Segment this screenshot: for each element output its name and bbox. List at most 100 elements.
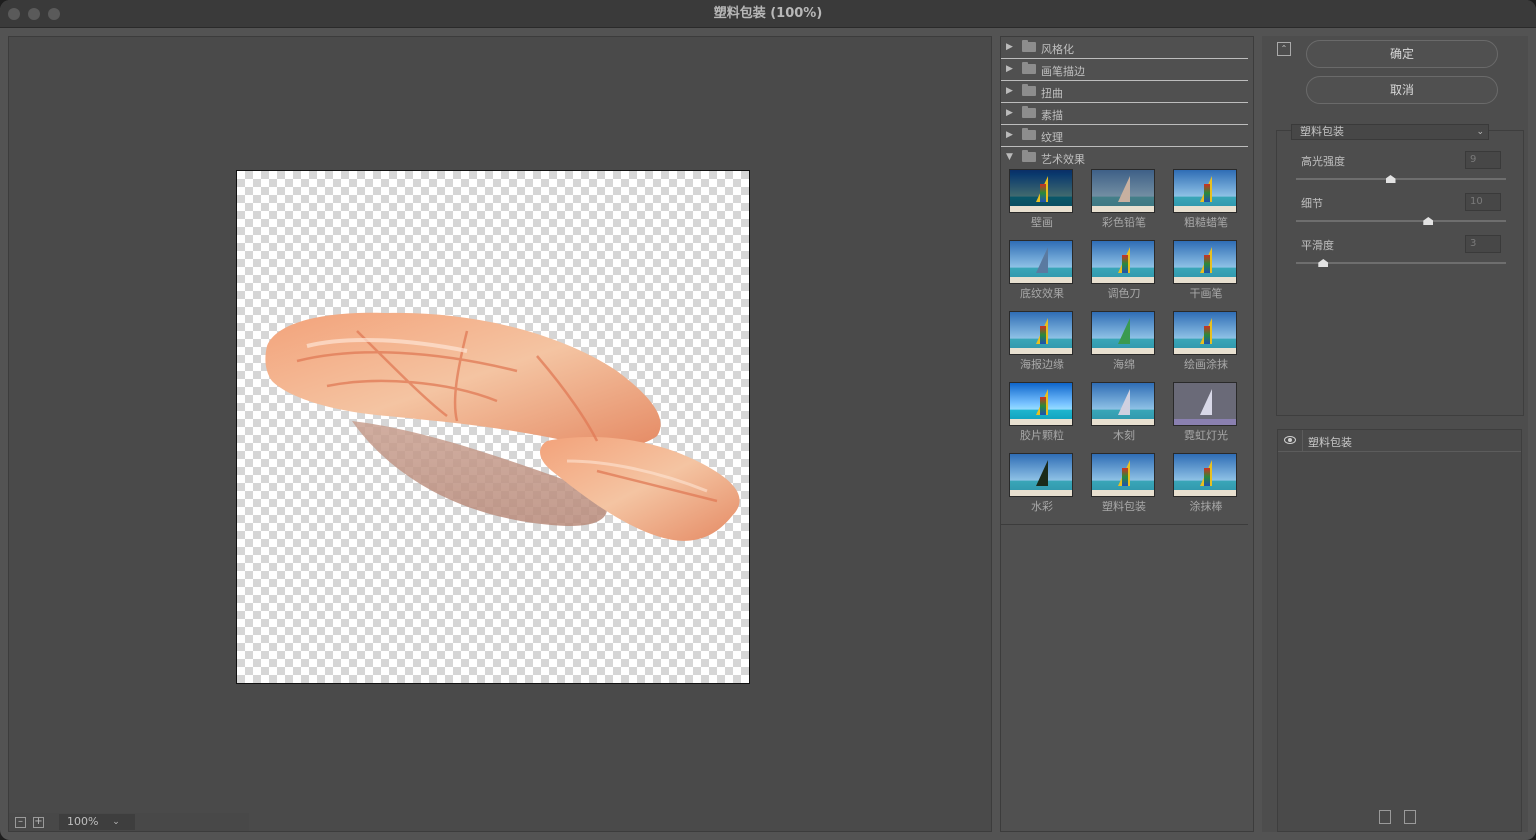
thumbnail-image	[1091, 240, 1155, 284]
filter-label: 底纹效果	[1020, 287, 1064, 300]
category-sketch[interactable]: ▶ 素描	[1001, 103, 1248, 125]
new-effect-layer-icon[interactable]	[1379, 810, 1391, 824]
thumbnail-image	[1009, 311, 1073, 355]
folder-icon	[1022, 128, 1036, 140]
filter-settings: 塑料包装 ⌄ 高光强度 9 细节 10 平滑度 3	[1276, 124, 1524, 416]
filter-label: 壁画	[1031, 216, 1053, 229]
thumbnail-image	[1091, 169, 1155, 213]
filter-thumbnails: 壁画 彩色铅笔 粗糙蜡笔 底纹效果 调色刀 干画笔 海报边缘 海绵 绘画涂抹 胶…	[1001, 167, 1248, 525]
category-artistic[interactable]: ▼ 艺术效果	[1001, 147, 1248, 169]
folder-icon	[1022, 62, 1036, 74]
chevron-down-icon[interactable]: ⌄	[109, 817, 123, 827]
highlight-strength-label: 高光强度	[1301, 155, 1345, 168]
filter-film-grain[interactable]: 胶片颗粒	[1009, 382, 1075, 444]
zoom-bar: – + 100% ⌄	[9, 813, 249, 831]
filter-label: 彩色铅笔	[1102, 216, 1146, 229]
thumbnail-image	[1091, 382, 1155, 426]
filter-rough-pastels[interactable]: 粗糙蜡笔	[1173, 169, 1239, 231]
delete-effect-layer-icon[interactable]	[1404, 810, 1416, 824]
folder-open-icon	[1022, 150, 1036, 162]
effect-layer-name: 塑料包装	[1308, 436, 1352, 449]
smoothness-handle[interactable]	[1318, 259, 1329, 267]
preview-canvas[interactable]	[236, 170, 750, 684]
filter-label: 胶片颗粒	[1020, 429, 1064, 442]
expand-arrow-icon: ▶	[1006, 42, 1013, 52]
detail-slider[interactable]	[1296, 220, 1506, 222]
thumbnail-image	[1173, 240, 1237, 284]
eye-icon[interactable]	[1284, 436, 1296, 444]
filter-paint-daubs[interactable]: 绘画涂抹	[1173, 311, 1239, 373]
category-label: 纹理	[1041, 131, 1063, 144]
filter-label: 木刻	[1113, 429, 1135, 442]
window-title: 塑料包装 (100%)	[713, 6, 823, 21]
highlight-strength-field[interactable]: 9	[1465, 151, 1501, 169]
filter-select[interactable]: 塑料包装 ⌄	[1291, 124, 1489, 140]
filter-label: 塑料包装	[1102, 500, 1146, 513]
highlight-strength-handle[interactable]	[1385, 175, 1396, 183]
collapse-gallery-icon[interactable]: ⌃	[1277, 42, 1291, 56]
category-label: 素描	[1041, 109, 1063, 122]
chevron-down-icon: ⌄	[1476, 127, 1484, 137]
filter-palette-knife[interactable]: 调色刀	[1091, 240, 1157, 302]
settings-panel: ⌃ 确定 取消 塑料包装 ⌄ 高光强度 9 细节 10 平滑度 3 塑料包装	[1262, 36, 1528, 832]
filter-poster-edges[interactable]: 海报边缘	[1009, 311, 1075, 373]
thumbnail-image	[1009, 453, 1073, 497]
filter-colored-pencil[interactable]: 彩色铅笔	[1091, 169, 1157, 231]
thumbnail-image	[1091, 311, 1155, 355]
category-brush-strokes[interactable]: ▶ 画笔描边	[1001, 59, 1248, 81]
category-distort[interactable]: ▶ 扭曲	[1001, 81, 1248, 103]
thumbnail-image	[1091, 453, 1155, 497]
preview-area[interactable]: – + 100% ⌄	[8, 36, 992, 832]
detail-handle[interactable]	[1423, 217, 1434, 225]
thumbnail-image	[1009, 382, 1073, 426]
zoom-in-button[interactable]: +	[33, 817, 44, 828]
filter-label: 水彩	[1031, 500, 1053, 513]
effect-layer-row[interactable]: 塑料包装	[1278, 430, 1521, 452]
thumbnail-image	[1173, 453, 1237, 497]
filter-label: 粗糙蜡笔	[1184, 216, 1228, 229]
filter-gallery: ▶ 风格化 ▶ 画笔描边 ▶ 扭曲 ▶ 素描 ▶ 纹理 ▼ 艺术效果 壁画 彩色…	[1000, 36, 1254, 832]
category-label: 画笔描边	[1041, 65, 1085, 78]
divider	[1302, 430, 1303, 452]
filter-sponge[interactable]: 海绵	[1091, 311, 1157, 373]
filter-underpainting[interactable]: 底纹效果	[1009, 240, 1075, 302]
category-texture[interactable]: ▶ 纹理	[1001, 125, 1248, 147]
highlight-strength-slider[interactable]	[1296, 178, 1506, 180]
filter-watercolor[interactable]: 水彩	[1009, 453, 1075, 515]
category-label: 扭曲	[1041, 87, 1063, 100]
folder-icon	[1022, 106, 1036, 118]
filter-plastic-wrap[interactable]: 塑料包装	[1091, 453, 1157, 515]
filter-gallery-window: 塑料包装 (100%) – + 100% ⌄ ▶ 风格化 ▶ 画笔描边 ▶ 扭曲…	[0, 0, 1536, 840]
filter-select-value: 塑料包装	[1300, 125, 1344, 138]
zoom-out-button[interactable]: –	[15, 817, 26, 828]
filter-neon-glow[interactable]: 霓虹灯光	[1173, 382, 1239, 444]
filter-label: 涂抹棒	[1189, 500, 1223, 513]
ok-button[interactable]: 确定	[1306, 40, 1498, 68]
title-bar: 塑料包装 (100%)	[0, 0, 1536, 28]
folder-icon	[1022, 40, 1036, 52]
filter-cutout[interactable]: 木刻	[1091, 382, 1157, 444]
folder-icon	[1022, 84, 1036, 96]
thumbnail-image	[1009, 169, 1073, 213]
filter-label: 霓虹灯光	[1184, 429, 1228, 442]
collapse-arrow-icon: ▼	[1006, 152, 1013, 162]
filter-smudge-stick[interactable]: 涂抹棒	[1173, 453, 1239, 515]
filter-label: 绘画涂抹	[1184, 358, 1228, 371]
smoothness-field[interactable]: 3	[1465, 235, 1501, 253]
filter-fresco[interactable]: 壁画	[1009, 169, 1075, 231]
category-label: 艺术效果	[1041, 153, 1085, 166]
thumbnail-image	[1173, 382, 1237, 426]
filter-dry-brush[interactable]: 干画笔	[1173, 240, 1239, 302]
expand-arrow-icon: ▶	[1006, 108, 1013, 118]
thumbnail-image	[1173, 169, 1237, 213]
expand-arrow-icon: ▶	[1006, 64, 1013, 74]
cancel-button[interactable]: 取消	[1306, 76, 1498, 104]
category-stylize[interactable]: ▶ 风格化	[1001, 37, 1248, 59]
zoom-level[interactable]: 100%	[59, 814, 135, 830]
preview-image	[265, 312, 740, 541]
filter-label: 海绵	[1113, 358, 1135, 371]
category-label: 风格化	[1041, 43, 1074, 56]
detail-field[interactable]: 10	[1465, 193, 1501, 211]
thumbnail-image	[1173, 311, 1237, 355]
effect-layers: 塑料包装	[1277, 429, 1522, 832]
